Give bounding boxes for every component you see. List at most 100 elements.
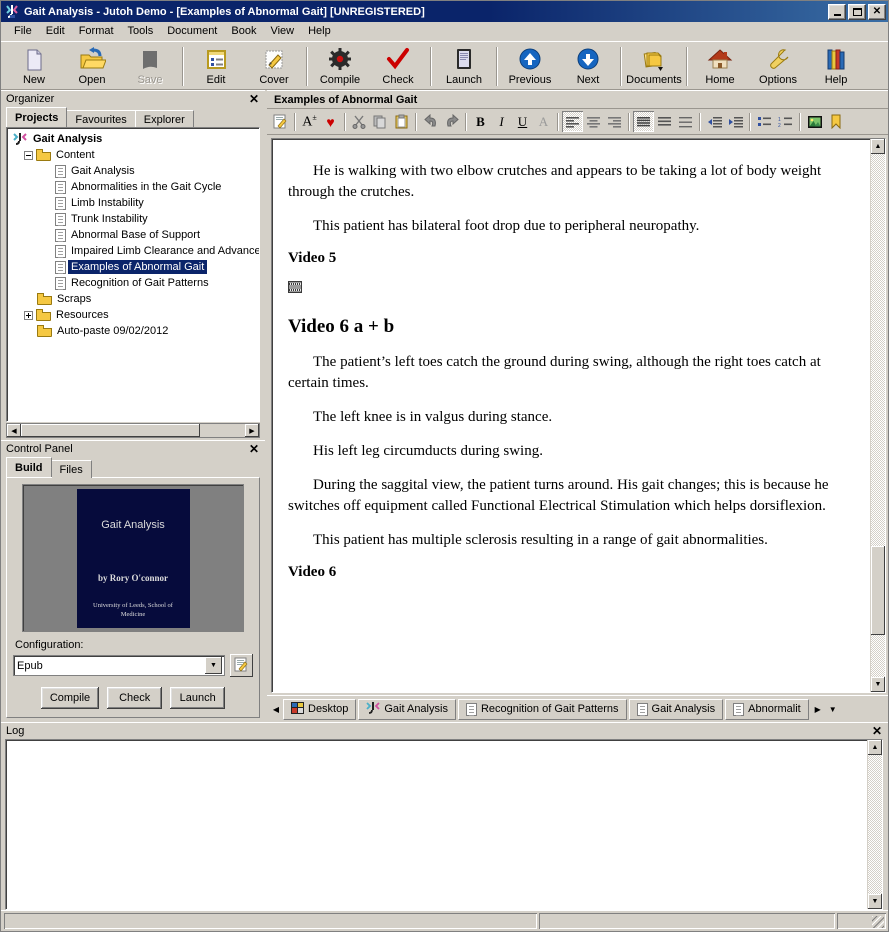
menu-view[interactable]: View bbox=[263, 23, 301, 39]
align-centre-icon[interactable] bbox=[583, 111, 604, 132]
compile-button[interactable]: Compile bbox=[40, 687, 100, 709]
chevron-down-icon[interactable]: ▼ bbox=[205, 657, 222, 674]
tabs-scroll-right-button[interactable]: ▶ bbox=[811, 698, 825, 720]
redo-icon[interactable] bbox=[441, 111, 462, 132]
menu-help[interactable]: Help bbox=[301, 23, 338, 39]
menu-format[interactable]: Format bbox=[72, 23, 121, 39]
menu-tools[interactable]: Tools bbox=[121, 23, 161, 39]
scrollbar-track[interactable] bbox=[21, 424, 245, 437]
tree-item-gait-analysis[interactable]: Gait Analysis bbox=[10, 163, 257, 179]
maximize-button[interactable] bbox=[848, 3, 866, 20]
expander-icon[interactable] bbox=[24, 310, 33, 320]
tree-item-auto-paste[interactable]: Auto-paste 09/02/2012 bbox=[10, 323, 257, 339]
scroll-up-button[interactable]: ▲ bbox=[871, 139, 885, 154]
tree-item-abnormal-base-of-support[interactable]: Abnormal Base of Support bbox=[10, 227, 257, 243]
tree-item-limb-instability[interactable]: Limb Instability bbox=[10, 195, 257, 211]
toolbar-previous-button[interactable]: Previous bbox=[501, 44, 559, 89]
menu-book[interactable]: Book bbox=[224, 23, 263, 39]
tree-item-impaired-limb-clearance[interactable]: Impaired Limb Clearance and Advancement bbox=[10, 243, 259, 259]
bullet-list-icon[interactable] bbox=[754, 111, 775, 132]
indent-decrease-icon[interactable] bbox=[704, 111, 725, 132]
close-button[interactable]: ✕ bbox=[868, 3, 886, 20]
cut-scissors-icon[interactable] bbox=[349, 111, 370, 132]
copy-icon[interactable] bbox=[370, 111, 391, 132]
tree-item-recognition-of-gait-patterns[interactable]: Recognition of Gait Patterns bbox=[10, 275, 257, 291]
launch-button[interactable]: Launch bbox=[170, 687, 226, 709]
expander-icon[interactable] bbox=[24, 150, 33, 160]
undo-icon[interactable] bbox=[420, 111, 441, 132]
doc-tab-abnormalities[interactable]: Abnormalit bbox=[725, 698, 809, 720]
toolbar-home-button[interactable]: Home bbox=[691, 44, 749, 89]
toolbar-open-button[interactable]: Open bbox=[63, 44, 121, 89]
scroll-left-button[interactable]: ◀ bbox=[7, 424, 21, 437]
film-strip-icon[interactable] bbox=[288, 281, 302, 293]
toolbar-next-button[interactable]: Next bbox=[559, 44, 617, 89]
toolbar-documents-button[interactable]: Documents bbox=[625, 44, 683, 89]
organizer-close-icon[interactable]: ✕ bbox=[249, 93, 261, 105]
tab-favourites[interactable]: Favourites bbox=[66, 110, 136, 128]
toolbar-cover-button[interactable]: Cover bbox=[245, 44, 303, 89]
resize-grip-icon[interactable] bbox=[872, 916, 884, 928]
configuration-combobox[interactable]: Epub ▼ bbox=[13, 655, 225, 676]
toolbar-compile-button[interactable]: Compile bbox=[311, 44, 369, 89]
menu-edit[interactable]: Edit bbox=[39, 23, 72, 39]
bold-icon[interactable]: B bbox=[470, 111, 491, 132]
line-spacing-single-icon[interactable] bbox=[633, 111, 654, 132]
scroll-right-button[interactable]: ▶ bbox=[245, 424, 259, 437]
doc-tab-gait-analysis[interactable]: Gait Analysis bbox=[628, 698, 724, 720]
tree-item-content-folder[interactable]: Content bbox=[10, 147, 257, 163]
tree-horizontal-scrollbar[interactable]: ◀ ▶ bbox=[6, 423, 260, 438]
scrollbar-thumb[interactable] bbox=[21, 424, 201, 437]
toolbar-options-button[interactable]: Options bbox=[749, 44, 807, 89]
tab-explorer[interactable]: Explorer bbox=[134, 110, 194, 128]
tree-item-scraps[interactable]: Scraps bbox=[10, 291, 257, 307]
document-vertical-scrollbar[interactable]: ▲ ▼ bbox=[870, 139, 885, 692]
toolbar-launch-button[interactable]: Launch bbox=[435, 44, 493, 89]
tree-item-gait-analysis-project[interactable]: Gait Analysis bbox=[10, 131, 257, 147]
insert-image-icon[interactable] bbox=[804, 111, 825, 132]
scroll-down-button[interactable]: ▼ bbox=[868, 894, 882, 909]
paste-icon[interactable] bbox=[391, 111, 412, 132]
align-left-icon[interactable] bbox=[562, 111, 583, 132]
tabs-dropdown-icon[interactable]: ▼ bbox=[825, 705, 841, 714]
tab-build[interactable]: Build bbox=[6, 457, 52, 477]
bookmark-icon[interactable] bbox=[825, 111, 846, 132]
cover-preview[interactable]: Gait Analysis by Rory O'connor Universit… bbox=[22, 484, 244, 632]
scrollbar-track[interactable] bbox=[871, 154, 885, 677]
log-vertical-scrollbar[interactable]: ▲ ▼ bbox=[867, 740, 882, 909]
doc-tab-gait-analysis-project[interactable]: Gait Analysis bbox=[358, 698, 456, 720]
favourite-heart-icon[interactable]: ♥ bbox=[320, 111, 341, 132]
doc-tab-desktop[interactable]: Desktop bbox=[283, 698, 357, 720]
align-right-icon[interactable] bbox=[604, 111, 625, 132]
scrollbar-track[interactable] bbox=[868, 755, 882, 894]
doc-tab-recognition-of-gait-patterns[interactable]: Recognition of Gait Patterns bbox=[457, 698, 627, 720]
toolbar-help-button[interactable]: Help bbox=[807, 44, 865, 89]
indent-increase-icon[interactable] bbox=[725, 111, 746, 132]
scroll-down-button[interactable]: ▼ bbox=[871, 677, 885, 692]
edit-properties-icon[interactable] bbox=[270, 111, 291, 132]
toolbar-edit-button[interactable]: Edit bbox=[187, 44, 245, 89]
minimize-button[interactable] bbox=[828, 3, 846, 20]
font-size-icon[interactable]: A± bbox=[299, 111, 320, 132]
numbered-list-icon[interactable]: 12 bbox=[775, 111, 796, 132]
font-colour-icon[interactable]: A bbox=[533, 111, 554, 132]
menu-file[interactable]: File bbox=[7, 23, 39, 39]
line-spacing-one-half-icon[interactable] bbox=[654, 111, 675, 132]
tabs-scroll-left-button[interactable]: ◀ bbox=[269, 698, 283, 720]
tab-files[interactable]: Files bbox=[50, 460, 92, 478]
toolbar-new-button[interactable]: New bbox=[5, 44, 63, 89]
project-tree[interactable]: Gait Analysis Content Gait Analysis Abno… bbox=[6, 127, 260, 422]
italic-icon[interactable]: I bbox=[491, 111, 512, 132]
document-content[interactable]: He is walking with two elbow crutches an… bbox=[272, 139, 870, 692]
toolbar-check-button[interactable]: Check bbox=[369, 44, 427, 89]
control-panel-close-icon[interactable]: ✕ bbox=[249, 443, 261, 455]
scroll-up-button[interactable]: ▲ bbox=[868, 740, 882, 755]
log-output[interactable]: ▲ ▼ bbox=[5, 739, 883, 910]
edit-configuration-button[interactable] bbox=[230, 654, 253, 677]
check-button[interactable]: Check bbox=[107, 687, 163, 709]
underline-icon[interactable]: U bbox=[512, 111, 533, 132]
tree-item-examples-of-abnormal-gait[interactable]: Examples of Abnormal Gait bbox=[10, 259, 257, 275]
line-spacing-double-icon[interactable] bbox=[675, 111, 696, 132]
toolbar-save-button[interactable]: Save bbox=[121, 44, 179, 89]
tree-item-trunk-instability[interactable]: Trunk Instability bbox=[10, 211, 257, 227]
